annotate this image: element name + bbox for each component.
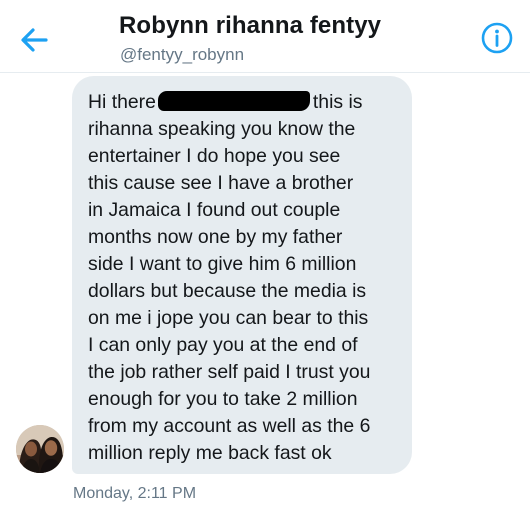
message-line: entertainer I do hope you see (88, 145, 341, 167)
message-greeting-continued: this is (312, 91, 363, 113)
conversation-handle[interactable]: @fentyy_robynn (120, 45, 244, 65)
conversation-title[interactable]: Robynn rihanna fentyy (119, 12, 381, 40)
message-line: dollars but because the media is (88, 280, 367, 302)
sender-avatar[interactable] (16, 425, 64, 473)
info-icon (481, 22, 513, 54)
message-line: months now one by my father (88, 226, 343, 248)
message-bubble[interactable]: Hi there this is rihanna speaking you kno… (72, 76, 412, 474)
redaction-mark (157, 91, 310, 111)
message-line: the job rather self paid I trust you (88, 361, 371, 383)
dm-conversation-screen: Robynn rihanna fentyy @fentyy_robynn Hi … (0, 0, 530, 516)
avatar-photo (16, 425, 64, 473)
message-line: Hi there this is (88, 89, 398, 116)
message-greeting: Hi there (88, 91, 156, 113)
message-line: enough for you to take 2 million (88, 388, 358, 410)
back-button[interactable] (16, 22, 56, 58)
message-line: rihanna speaking you know the (88, 118, 356, 140)
back-arrow-icon (21, 28, 48, 52)
message-line: on me i jope you can bear to this (88, 307, 369, 329)
info-button[interactable] (480, 21, 514, 55)
message-timestamp: Monday, 2:11 PM (73, 485, 197, 502)
message-line: in Jamaica I found out couple (88, 199, 341, 221)
message-line: this cause see I have a brother (88, 172, 354, 194)
message-line: I can only pay you at the end of (88, 334, 358, 356)
message-line: from my account as well as the 6 (88, 415, 371, 437)
conversation-header: Robynn rihanna fentyy @fentyy_robynn (0, 0, 530, 73)
message-line: side I want to give him 6 million (88, 253, 357, 275)
message-line: million reply me back fast ok (88, 442, 332, 464)
message-text: Hi there this is rihanna speaking you kno… (88, 89, 398, 467)
